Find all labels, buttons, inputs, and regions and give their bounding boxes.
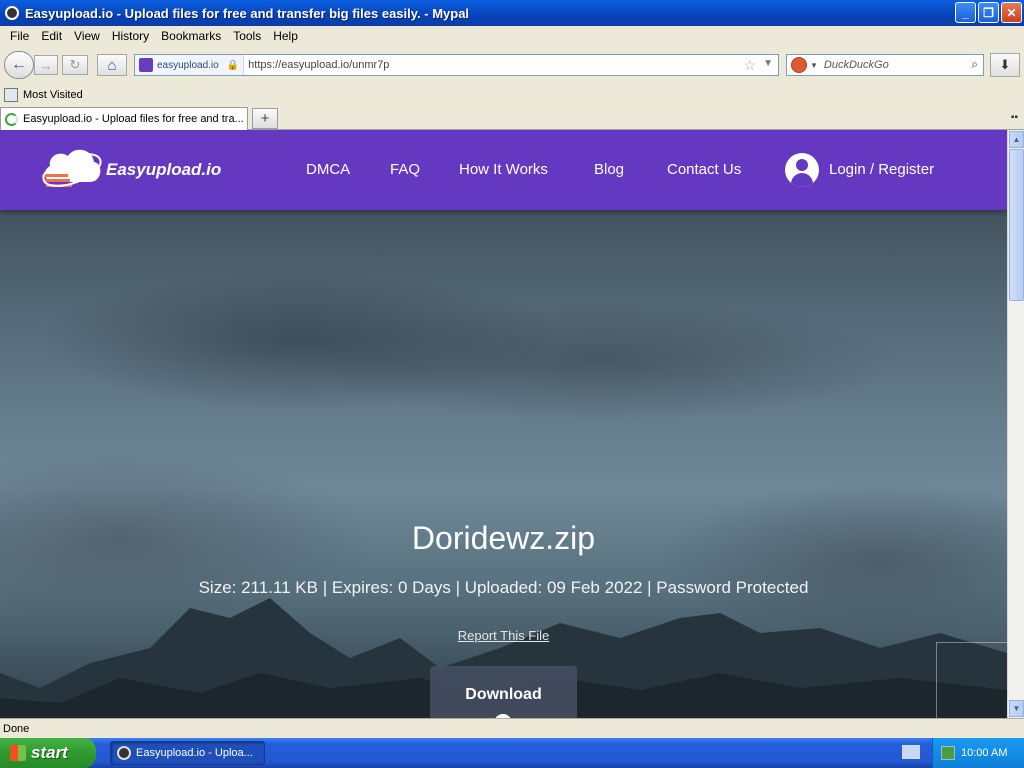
bookmarks-toolbar: Most Visited <box>0 84 1024 106</box>
scroll-up-arrow-icon[interactable]: ▲ <box>1009 131 1024 148</box>
menu-history[interactable]: History <box>106 29 155 43</box>
new-tab-button[interactable]: + <box>252 108 278 129</box>
tab-title: Easyupload.io - Upload files for free an… <box>23 113 244 125</box>
minimize-button[interactable]: _ <box>955 2 976 23</box>
search-input[interactable]: DuckDuckGo <box>824 59 889 71</box>
nav-how-it-works[interactable]: How It Works <box>459 161 548 178</box>
search-bar[interactable]: ▼ DuckDuckGo ⌕ <box>786 54 984 76</box>
url-bar[interactable]: easyupload.io 🔒 https://easyupload.io/un… <box>134 54 779 76</box>
search-icon[interactable]: ⌕ <box>971 57 978 72</box>
nav-dmca[interactable]: DMCA <box>306 161 350 178</box>
window-title: Easyupload.io - Upload files for free an… <box>25 5 470 21</box>
web-page: Easyupload.io DMCA FAQ How It Works Blog… <box>0 130 1007 718</box>
forward-button[interactable]: → <box>34 55 58 75</box>
menu-bar: File Edit View History Bookmarks Tools H… <box>0 26 1024 46</box>
site-logo-text[interactable]: Easyupload.io <box>106 160 221 180</box>
menu-help[interactable]: Help <box>267 29 304 43</box>
menu-edit[interactable]: Edit <box>35 29 68 43</box>
maximize-button[interactable]: ❐ <box>978 2 999 23</box>
site-favicon <box>139 58 153 72</box>
window-title-bar: Easyupload.io - Upload files for free an… <box>0 0 1024 26</box>
status-bar: Done <box>0 718 1024 738</box>
site-identity-label: easyupload.io <box>157 59 219 71</box>
reload-button[interactable]: ↻ <box>62 55 88 75</box>
most-visited-icon <box>4 88 18 102</box>
taskbar-item-browser[interactable]: Easyupload.io - Uploa... <box>110 741 265 765</box>
lock-icon: 🔒 <box>226 59 240 71</box>
navigation-toolbar: ← → ↻ ⌂ easyupload.io 🔒 https://easyuplo… <box>0 46 1024 84</box>
report-file-link[interactable]: Report This File <box>458 628 550 643</box>
url-dropdown-icon[interactable]: ▼ <box>763 58 773 69</box>
home-icon: ⌂ <box>107 56 117 74</box>
url-text[interactable]: https://easyupload.io/unmr7p <box>248 59 389 71</box>
windows-taskbar: start Easyupload.io - Uploa... 10:00 AM <box>0 738 1024 768</box>
windows-logo-icon <box>10 745 26 761</box>
menu-bookmarks[interactable]: Bookmarks <box>155 29 227 43</box>
clock[interactable]: 10:00 AM <box>961 747 1007 759</box>
scroll-thumb[interactable] <box>1009 149 1024 301</box>
download-arrow-icon: ⬇ <box>999 57 1011 72</box>
report-file-row: Report This File <box>0 628 1007 643</box>
keyboard-tray-icon[interactable] <box>902 745 920 759</box>
browser-task-icon <box>117 746 131 760</box>
system-tray: 10:00 AM <box>932 738 1024 768</box>
chevron-down-icon[interactable]: ▼ <box>810 61 818 70</box>
nav-blog[interactable]: Blog <box>594 161 624 178</box>
file-meta-info: Size: 211.11 KB | Expires: 0 Days | Uplo… <box>198 578 809 597</box>
download-button[interactable]: Download <box>430 666 577 718</box>
start-label: start <box>31 743 68 762</box>
nav-faq[interactable]: FAQ <box>390 161 420 178</box>
close-button[interactable]: ✕ <box>1001 2 1022 23</box>
start-button[interactable]: start <box>0 738 96 768</box>
loading-spinner-icon <box>5 112 18 126</box>
back-button[interactable]: ← <box>4 51 34 79</box>
download-button-label: Download <box>465 686 542 703</box>
status-text: Done <box>3 722 30 735</box>
menu-view[interactable]: View <box>68 29 106 43</box>
back-arrow-icon: ← <box>11 56 27 73</box>
bookmark-star-icon[interactable]: ☆ <box>743 57 756 74</box>
corner-overlay <box>936 642 1007 718</box>
site-identity-button[interactable]: easyupload.io 🔒 <box>135 55 245 75</box>
window-controls: _ ❐ ✕ <box>955 2 1022 23</box>
nav-contact-us[interactable]: Contact Us <box>667 161 741 178</box>
browser-app-icon <box>5 6 19 20</box>
user-avatar-icon[interactable] <box>785 153 819 187</box>
avatar-head <box>796 159 808 171</box>
tab-active[interactable]: Easyupload.io - Upload files for free an… <box>0 107 248 130</box>
reload-icon: ↻ <box>69 57 81 72</box>
tab-strip: Easyupload.io - Upload files for free an… <box>0 106 1024 130</box>
home-button[interactable]: ⌂ <box>97 54 127 76</box>
menu-file[interactable]: File <box>4 29 35 43</box>
network-tray-icon[interactable] <box>941 746 955 760</box>
login-register-link[interactable]: Login / Register <box>829 161 934 178</box>
file-name-heading: Doridewz.zip <box>411 520 596 556</box>
downloads-button[interactable]: ⬇ <box>990 53 1020 77</box>
avatar-body <box>791 173 813 187</box>
menu-tools[interactable]: Tools <box>227 29 267 43</box>
taskbar-item-label: Easyupload.io - Uploa... <box>136 747 253 759</box>
cloud-logo-icon[interactable] <box>40 144 104 196</box>
page-scrollbar[interactable]: ▲ ▼ <box>1007 130 1024 718</box>
scroll-down-arrow-icon[interactable]: ▼ <box>1009 700 1024 717</box>
site-header: Easyupload.io DMCA FAQ How It Works Blog… <box>0 130 1007 210</box>
duckduckgo-icon[interactable] <box>791 57 807 73</box>
forward-arrow-icon: → <box>39 57 53 73</box>
most-visited-bookmark[interactable]: Most Visited <box>23 89 83 101</box>
tab-list-icon[interactable]: ▪▪ <box>1011 112 1018 123</box>
